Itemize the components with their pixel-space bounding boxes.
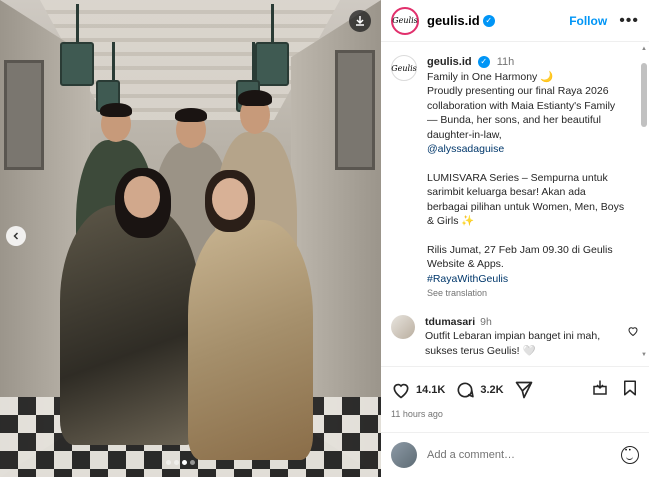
photo-lantern (60, 4, 94, 86)
bookmark-icon (624, 380, 636, 395)
photo-frame-right (335, 50, 375, 170)
carousel-dots (166, 460, 195, 465)
person-head (212, 178, 248, 220)
caption-avatar[interactable]: Geulis (391, 55, 417, 81)
photo-lantern (255, 4, 289, 86)
remix-icon (593, 380, 607, 395)
heart-icon (628, 326, 638, 336)
post-timestamp[interactable]: 11 hours ago (391, 409, 639, 419)
share-icon (515, 381, 532, 399)
emoji-picker-icon[interactable] (621, 446, 639, 464)
author-avatar[interactable]: Geulis (391, 6, 419, 35)
verified-badge-icon: ✓ (477, 56, 490, 69)
save-button[interactable] (621, 379, 639, 402)
comments-scroll-area[interactable]: Geulis geulis.id ✓ 11h Family in One Har… (381, 43, 649, 363)
hashtag-link[interactable]: #RayaWithGeulis (427, 272, 627, 287)
comment-like-button[interactable] (627, 325, 639, 359)
caption-body: geulis.id ✓ 11h Family in One Harmony 🌙 … (427, 55, 627, 301)
comment-icon (457, 382, 475, 398)
more-options-button[interactable]: ••• (619, 12, 639, 30)
caption-line: Family in One Harmony 🌙 (427, 70, 554, 83)
carousel-dot[interactable] (174, 460, 179, 465)
person-head (124, 176, 160, 218)
carousel-dot-active[interactable] (182, 460, 187, 465)
like-count: 14.1K (416, 384, 446, 396)
share-button[interactable] (514, 380, 534, 400)
caption: Geulis geulis.id ✓ 11h Family in One Har… (391, 55, 639, 301)
comment-count: 3.2K (480, 384, 504, 396)
scroll-up-arrow-icon[interactable]: ▲ (641, 46, 647, 54)
carousel-dot[interactable] (166, 460, 171, 465)
post-photo[interactable] (0, 0, 381, 477)
person-figure (188, 220, 313, 460)
comment-text: Outfit Lebaran impian banget ini mah, su… (425, 330, 601, 357)
comment-button[interactable]: 3.2K (455, 380, 504, 400)
photo-frame-left (4, 60, 44, 170)
comments-scrollbar[interactable] (641, 63, 647, 127)
caption-line: Proudly presenting our final Raya 2026 c… (427, 85, 616, 141)
comment-item: tdumasari 9h Outfit Lebaran impian bange… (391, 314, 639, 359)
post-side-panel: Geulis geulis.id ✓ Follow ••• Geulis geu… (381, 0, 649, 477)
remix-button[interactable] (591, 379, 609, 402)
person-hair (238, 90, 272, 106)
add-comment-bar: Add a comment… (381, 432, 649, 477)
chevron-left-icon (13, 232, 19, 240)
comment-time[interactable]: 9h (480, 316, 492, 328)
commenter-avatar[interactable] (391, 314, 415, 339)
person-figure (60, 205, 200, 445)
download-button[interactable] (349, 10, 371, 32)
current-user-avatar (391, 442, 417, 468)
caption-paragraph: Rilis Jumat, 27 Feb Jam 09.30 di Geulis … (427, 243, 613, 271)
caption-time[interactable]: 11h (497, 56, 515, 68)
download-icon (356, 16, 364, 26)
heart-icon (393, 383, 409, 399)
caption-username[interactable]: geulis.id (427, 56, 472, 68)
comment-body: tdumasari 9h Outfit Lebaran impian bange… (425, 315, 610, 359)
post-header: Geulis geulis.id ✓ Follow ••• (381, 0, 649, 42)
carousel-prev-button[interactable] (6, 226, 26, 246)
add-comment-input[interactable]: Add a comment… (427, 449, 515, 461)
like-button[interactable]: 14.1K (391, 380, 445, 400)
see-translation-link[interactable]: See translation (427, 286, 627, 301)
person-hair (100, 103, 132, 117)
follow-button[interactable]: Follow (569, 14, 607, 28)
person-hair (175, 108, 207, 122)
mention-link[interactable]: @alyssadaguise (427, 142, 627, 157)
caption-paragraph: LUMISVARA Series – Sempurna untuk sarimb… (427, 171, 625, 228)
verified-badge-icon: ✓ (482, 14, 495, 27)
carousel-dot[interactable] (190, 460, 195, 465)
commenter-username[interactable]: tdumasari (425, 316, 475, 328)
scroll-down-arrow-icon[interactable]: ▼ (641, 352, 647, 360)
action-bar: 14.1K 3.2K 11 hours ago (381, 366, 649, 419)
author-username[interactable]: geulis.id (427, 13, 480, 28)
